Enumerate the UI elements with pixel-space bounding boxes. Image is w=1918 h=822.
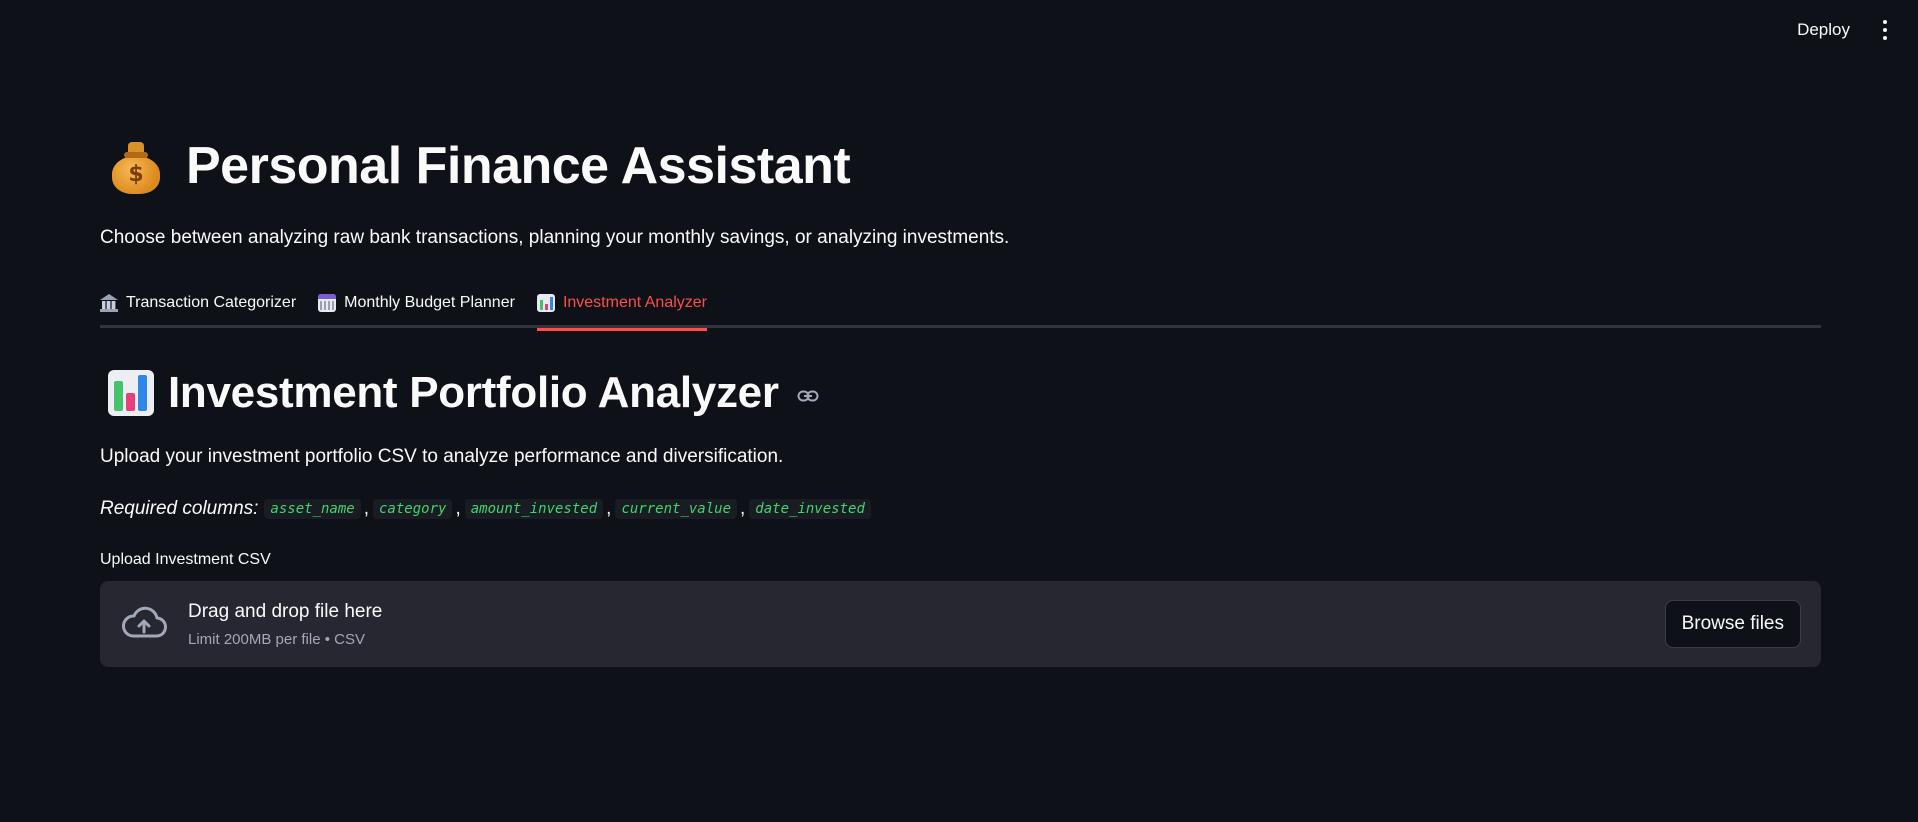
file-dropzone[interactable]: Drag and drop file here Limit 200MB per … xyxy=(100,581,1821,667)
browse-files-button[interactable]: Browse files xyxy=(1664,600,1801,648)
file-limit-text: Limit 200MB per file • CSV xyxy=(188,630,365,648)
cloud-upload-icon xyxy=(122,606,167,638)
drag-drop-instruction: Drag and drop file here xyxy=(188,600,383,622)
upload-label: Upload Investment CSV xyxy=(100,551,271,568)
section-description: Upload your investment portfolio CSV to … xyxy=(100,446,784,467)
tab-transaction-categorizer[interactable]: Transaction Categorizer xyxy=(100,282,296,328)
calendar-icon xyxy=(318,294,337,312)
tab-monthly-budget-planner[interactable]: Monthly Budget Planner xyxy=(318,282,515,328)
bank-icon xyxy=(100,294,118,312)
link-icon[interactable] xyxy=(797,389,819,403)
required-columns: Required columns: asset_name , category … xyxy=(100,498,871,520)
main-menu-button[interactable] xyxy=(1874,15,1896,45)
bar-chart-icon xyxy=(108,370,154,416)
column-code: category xyxy=(373,499,453,519)
tab-label: Monthly Budget Planner xyxy=(344,294,515,311)
column-code: current_value xyxy=(615,499,738,519)
money-bag-icon: $ xyxy=(108,136,164,196)
column-code: asset_name xyxy=(264,499,361,519)
tab-label: Transaction Categorizer xyxy=(126,294,297,311)
app-title: $ Personal Finance Assistant xyxy=(108,136,851,196)
top-bar: Deploy xyxy=(0,0,1918,60)
kebab-vertical-icon xyxy=(1883,20,1887,24)
app-subtitle: Choose between analyzing raw bank transa… xyxy=(100,227,1010,248)
deploy-button[interactable]: Deploy xyxy=(1787,14,1860,46)
column-code: date_invested xyxy=(749,499,871,519)
tab-investment-analyzer[interactable]: Investment Analyzer xyxy=(536,282,708,331)
tab-bar: Transaction Categorizer Monthly Budget P… xyxy=(100,282,1821,331)
tab-label: Investment Analyzer xyxy=(562,294,708,311)
required-columns-label: Required columns: xyxy=(100,498,259,519)
section-header: Investment Portfolio Analyzer xyxy=(108,368,819,418)
dropzone-text: Drag and drop file here Limit 200MB per … xyxy=(188,601,382,648)
bar-chart-icon xyxy=(536,294,555,312)
page-title: Personal Finance Assistant xyxy=(186,137,851,195)
column-code: amount_invested xyxy=(464,499,604,519)
section-title: Investment Portfolio Analyzer xyxy=(168,368,779,417)
